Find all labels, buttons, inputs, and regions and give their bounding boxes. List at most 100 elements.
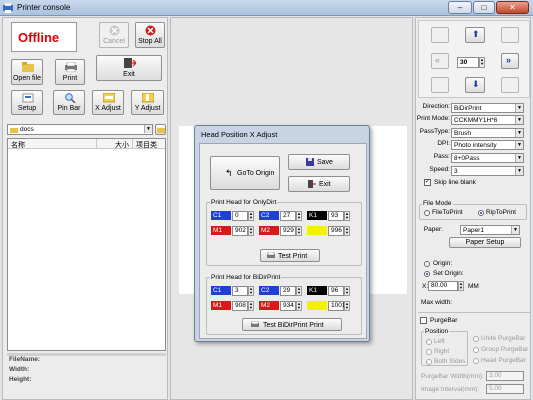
filename-label: FileName: (9, 356, 41, 363)
image-interval-input[interactable]: 5.00 (486, 384, 524, 394)
channel-tag: M1 (211, 301, 231, 310)
move-down-right-button[interactable] (501, 77, 519, 93)
offset-input[interactable]: 0 (232, 211, 248, 221)
maximize-button[interactable]: □ (473, 1, 495, 14)
offset-spinner[interactable]: ▲ ▼ (248, 211, 254, 221)
origin-x-input[interactable]: 80.00 (428, 281, 458, 291)
move-right-button[interactable]: » (501, 53, 519, 69)
move-up-button[interactable]: ⬆ (465, 27, 485, 43)
setup-button[interactable]: Setup (11, 90, 43, 115)
channel-tag: C2 (259, 211, 279, 220)
left-radio[interactable] (426, 339, 432, 345)
direction-label: Direction: (422, 103, 450, 110)
head-purge-radio[interactable] (473, 358, 479, 364)
height-label: Height: (9, 376, 32, 383)
offset-spinner[interactable]: ▲ ▼ (248, 286, 254, 296)
print-mode-select[interactable]: CCKMMY1H*6 ▼ (451, 115, 524, 125)
pass-type-select[interactable]: Brush ▼ (451, 128, 524, 138)
offset-spinner[interactable]: ▲ ▼ (344, 226, 350, 236)
channel-tag (307, 226, 327, 235)
speed-select[interactable]: 3 ▼ (451, 166, 524, 176)
origin-radio[interactable] (424, 261, 430, 267)
exit-button[interactable]: Exit (96, 55, 162, 81)
group-purge-radio[interactable] (473, 347, 479, 353)
double-right-icon: » (506, 55, 512, 65)
set-origin-radio[interactable] (424, 271, 430, 277)
offset-spinner[interactable]: ▲ ▼ (296, 301, 302, 311)
offset-input[interactable]: 1001 (328, 301, 345, 311)
move-down-left-button[interactable] (431, 77, 449, 93)
offset-spinner[interactable]: ▲ ▼ (296, 226, 302, 236)
skip-line-checkbox[interactable]: ✓ (424, 179, 431, 186)
move-left-button[interactable]: « (431, 53, 449, 69)
column-size[interactable]: 大小 (115, 140, 129, 150)
offset-input[interactable]: 27 (280, 211, 296, 221)
paper-select[interactable]: Paper1 ▼ (460, 225, 520, 235)
file-to-print-radio[interactable] (424, 210, 430, 216)
offset-input[interactable]: 3 (232, 286, 248, 296)
move-up-left-button[interactable] (431, 27, 449, 43)
column-type[interactable]: 项目类 (136, 140, 157, 150)
offset-input[interactable]: 29 (280, 286, 296, 296)
stop-icon (145, 25, 156, 36)
offset-input[interactable]: 902 (232, 226, 248, 236)
origin-x-spinner[interactable]: ▲ ▼ (458, 281, 464, 291)
step-spinner[interactable]: ▲ ▼ (479, 57, 485, 68)
offset-spinner[interactable]: ▲ ▼ (344, 286, 350, 296)
minimize-button[interactable]: – (448, 1, 472, 14)
offset-spinner[interactable]: ▲ ▼ (344, 211, 350, 221)
dialog-exit-button[interactable]: Exit (288, 176, 350, 192)
offset-spinner[interactable]: ▲ ▼ (248, 226, 254, 236)
folder-dropdown[interactable]: docs ▼ (7, 124, 153, 135)
y-adjust-button[interactable]: Y Adjust (131, 90, 164, 115)
chevron-down-icon: ▼ (515, 129, 523, 137)
offset-input[interactable]: 996 (328, 226, 344, 236)
open-file-button[interactable]: Open file (11, 59, 43, 85)
close-button[interactable]: ✕ (496, 1, 529, 14)
dpi-select[interactable]: Photo intensity ▼ (451, 140, 524, 150)
offset-input[interactable]: 93 (328, 211, 344, 221)
chevron-down-icon[interactable]: ▼ (144, 125, 152, 133)
app-icon (3, 3, 13, 13)
chevron-down-icon: ▼ (515, 116, 523, 124)
both-sides-radio[interactable] (426, 359, 432, 365)
direction-select[interactable]: BiDirPrint ▼ (451, 103, 524, 113)
offset-input[interactable]: 96 (328, 286, 344, 296)
purge-bar-checkbox[interactable] (420, 317, 427, 324)
offset-input[interactable]: 908 (232, 301, 248, 311)
offset-spinner[interactable]: ▲ ▼ (296, 211, 302, 221)
test-print-button[interactable]: Test Print (260, 249, 320, 262)
move-up-right-button[interactable] (501, 27, 519, 43)
offset-spinner[interactable]: ▲ ▼ (296, 286, 302, 296)
paper-label: Paper: (423, 226, 443, 233)
chevron-down-icon: ▼ (511, 226, 519, 234)
move-down-button[interactable]: ⬇ (465, 77, 485, 93)
rip-to-print-radio[interactable] (478, 210, 484, 216)
file-list[interactable]: 名称 大小 项目类 (7, 138, 166, 351)
channel-tag: K1 (307, 211, 327, 220)
pin-bar-button[interactable]: Pin Bar (53, 90, 85, 115)
stop-all-button[interactable]: Stop All (135, 22, 165, 48)
pass-select[interactable]: 8+0Pass ▼ (451, 153, 524, 163)
x-adjust-button[interactable]: X Adjust (92, 90, 124, 115)
y-adjust-icon (142, 93, 154, 103)
print-button[interactable]: Print (55, 59, 85, 85)
unite-purge-radio[interactable] (473, 336, 479, 342)
goto-origin-button[interactable]: ↰ GoTo Origin (210, 156, 280, 190)
column-name[interactable]: 名称 (11, 140, 25, 150)
offset-spinner[interactable]: ▲ ▼ (248, 301, 254, 311)
right-radio[interactable] (426, 349, 432, 355)
test-bidir-print-button[interactable]: Test BiDirPrint Print (242, 318, 342, 331)
cancel-button[interactable]: Cancel (99, 22, 129, 48)
save-icon (306, 158, 314, 166)
paper-setup-button[interactable]: Paper Setup (449, 237, 521, 248)
offset-input[interactable]: 934 (280, 301, 296, 311)
channel-tag: K1 (307, 286, 327, 295)
browse-folder-button[interactable] (155, 124, 166, 135)
dpi-label: DPI: (437, 140, 450, 147)
offset-spinner[interactable]: ▲ ▼ (344, 301, 350, 311)
offset-input[interactable]: 929 (280, 226, 296, 236)
purge-width-input[interactable]: 3.00 (486, 371, 524, 381)
step-input[interactable]: 30 (457, 57, 479, 68)
dialog-save-button[interactable]: Save (288, 154, 350, 170)
